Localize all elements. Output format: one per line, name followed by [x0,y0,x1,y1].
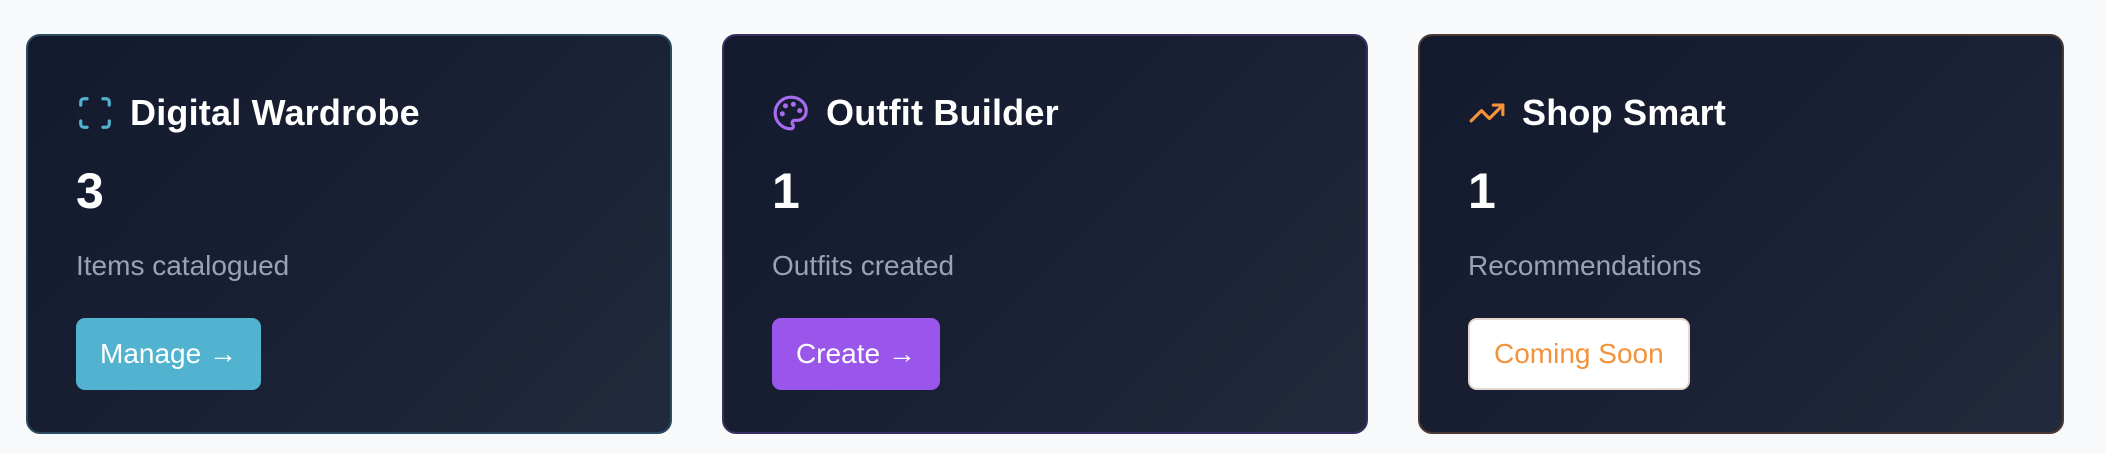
card-header: Digital Wardrobe [76,92,420,134]
card-title: Outfit Builder [826,92,1059,133]
card-title: Digital Wardrobe [130,92,420,133]
feature-cards: Digital Wardrobe 3 Items catalogued Mana… [26,34,2064,434]
card-description: Recommendations [1468,250,1702,281]
card-description: Items catalogued [76,250,290,281]
coming-soon-button[interactable]: Coming Soon [1468,318,1690,390]
card-description: Outfits created [772,250,955,281]
card-digital-wardrobe: Digital Wardrobe 3 Items catalogued Mana… [26,34,672,434]
card-count: 1 [772,163,800,219]
card-header: Outfit Builder [772,92,1059,134]
card-outfit-builder: Outfit Builder 1 Outfits created Create … [722,34,1368,434]
create-button[interactable]: Create → [772,318,940,390]
card-count: 3 [76,163,104,219]
card-shop-smart: Shop Smart 1 Recommendations Coming Soon [1418,34,2064,434]
palette-icon [772,94,810,132]
scan-icon [76,94,114,132]
card-count: 1 [1468,163,1496,219]
trending-up-icon [1468,94,1506,132]
manage-button[interactable]: Manage → [76,318,261,390]
card-header: Shop Smart [1468,92,1726,134]
card-title: Shop Smart [1522,92,1727,133]
